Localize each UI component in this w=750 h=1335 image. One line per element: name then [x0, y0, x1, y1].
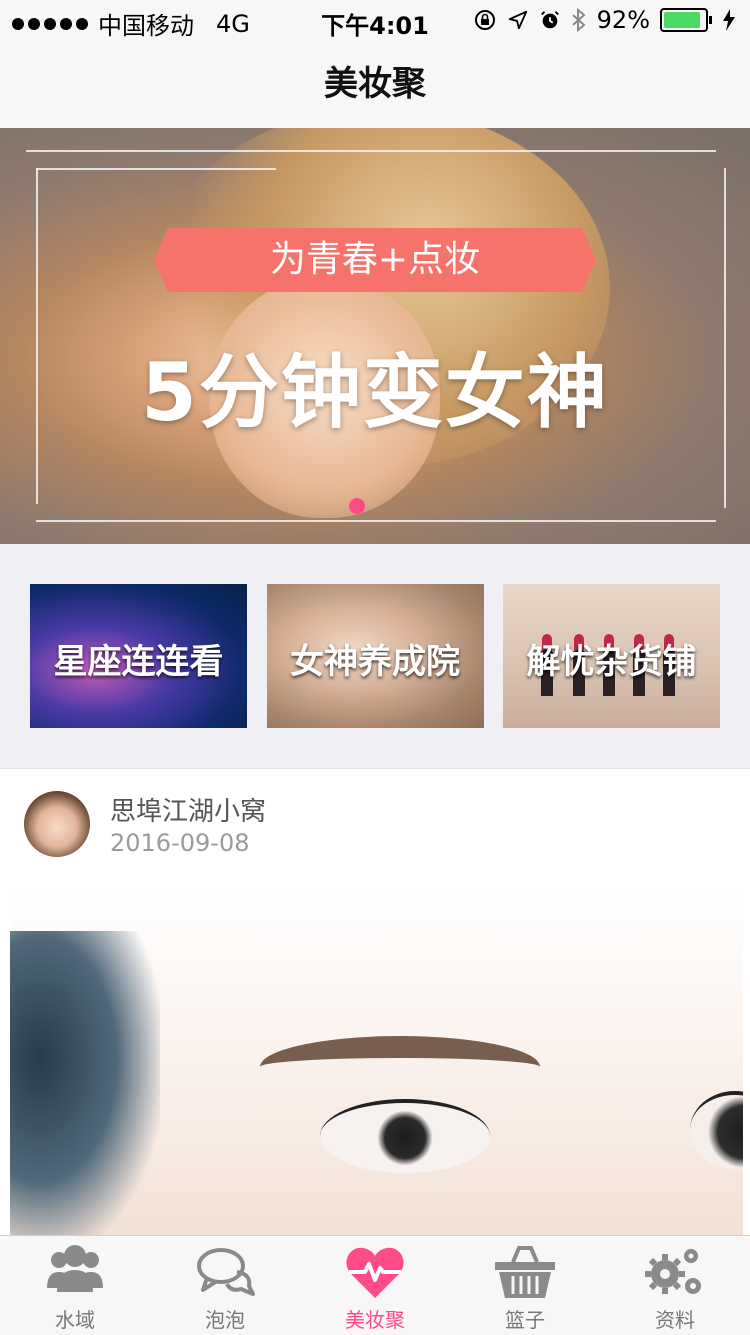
tab-label: 篮子 [505, 1308, 545, 1332]
chat-bubbles-icon [197, 1248, 255, 1296]
tab-label: 美妆聚 [345, 1308, 405, 1332]
post-image-brow [260, 1036, 540, 1098]
tab-bar: 水域 泡泡 美妆聚 篮子 资料 [0, 1235, 750, 1335]
battery-percent: 92% [596, 6, 650, 34]
post-image-eye-right [690, 1091, 743, 1169]
post-image-eye [320, 1099, 490, 1173]
gears-icon [645, 1249, 701, 1294]
charging-bolt-icon [723, 9, 735, 31]
status-right: 92% [473, 6, 736, 34]
category-tile-grocery[interactable]: 解忧杂货铺 [503, 584, 720, 728]
basket-icon [495, 1246, 555, 1298]
frame-line-bottom [36, 520, 716, 522]
category-label: 星座连连看 [53, 642, 224, 682]
tab-bubbles[interactable]: 泡泡 [150, 1236, 300, 1335]
rotation-lock-icon [474, 10, 495, 30]
post-author[interactable]: 思埠江湖小窝 [110, 791, 266, 828]
category-label: 解忧杂货铺 [526, 642, 697, 682]
tab-label: 资料 [655, 1308, 695, 1332]
tab-label: 泡泡 [205, 1308, 245, 1332]
category-tile-constellation[interactable]: 星座连连看 [30, 584, 247, 728]
tab-label: 水域 [55, 1308, 95, 1332]
users-icon [47, 1245, 103, 1292]
battery-fill [664, 12, 701, 28]
category-label: 女神养成院 [290, 642, 460, 682]
navigation-bar: 美妆聚 [0, 40, 750, 129]
banner-ribbon: 为青春+点妆 [154, 228, 596, 292]
post-image-hair [10, 931, 160, 1239]
location-arrow-icon [508, 10, 527, 30]
category-row: 星座连连看 女神养成院 解忧杂货铺 [30, 584, 720, 728]
frame-line-top [26, 150, 716, 152]
tab-beauty[interactable]: 美妆聚 [300, 1236, 450, 1335]
frame-line-top-inner [36, 168, 276, 170]
avatar[interactable] [24, 791, 90, 857]
page-title: 美妆聚 [324, 64, 426, 104]
category-tile-goddess[interactable]: 女神养成院 [266, 584, 484, 728]
alarm-icon [540, 11, 559, 29]
status-bar: 中国移动 4G 下午4:01 92% [0, 0, 750, 40]
banner-headline: 5分钟变女神 [141, 346, 609, 439]
post-card[interactable]: 思埠江湖小窝 2016-09-08 [0, 768, 750, 1239]
tab-water-area[interactable]: 水域 [0, 1236, 150, 1335]
tab-basket[interactable]: 篮子 [450, 1236, 600, 1335]
bluetooth-icon [571, 8, 586, 32]
battery-icon [660, 8, 712, 32]
post-date: 2016-09-08 [110, 829, 250, 857]
carousel-page-indicator[interactable] [349, 498, 365, 514]
tab-profile[interactable]: 资料 [600, 1236, 750, 1335]
heart-pulse-icon [346, 1247, 404, 1298]
promo-banner[interactable]: 为青春+点妆 5分钟变女神 [0, 128, 750, 544]
post-image[interactable] [10, 891, 743, 1239]
